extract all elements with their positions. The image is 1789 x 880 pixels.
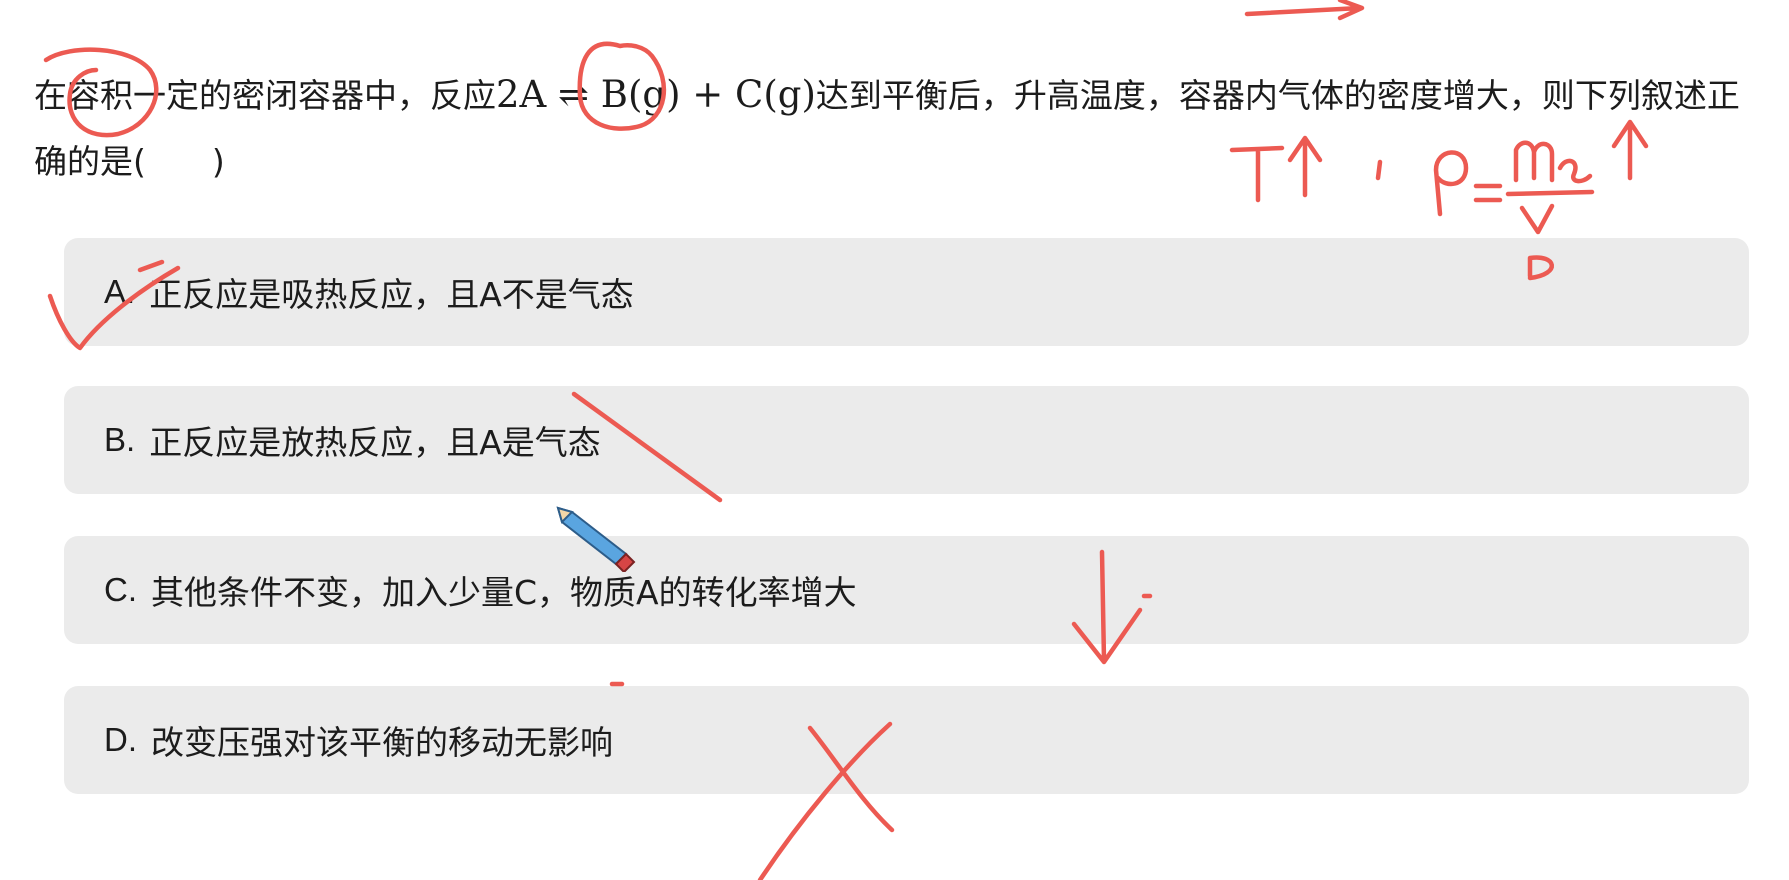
option-b-letter: B.	[104, 421, 136, 458]
question-text: 在容积一定的密闭容器中，反应2A ⇌ B(g) + C(g)达到平衡后，升高温度…	[34, 62, 1754, 195]
option-a-letter: A.	[104, 273, 136, 310]
option-b-text: 正反应是放热反应，且A是气态	[149, 423, 601, 462]
question-text-before: 在容积一定的密闭容器中，反应	[34, 76, 496, 115]
option-c-letter: C.	[104, 571, 137, 608]
option-c-text: 其他条件不变，加入少量C，物质A的转化率增大	[151, 573, 857, 612]
option-a[interactable]: A. 正反应是吸热反应，且A不是气态	[64, 238, 1749, 346]
option-d-letter: D.	[104, 721, 137, 758]
option-b[interactable]: B. 正反应是放热反应，且A是气态	[64, 386, 1749, 494]
option-d[interactable]: D. 改变压强对该平衡的移动无影响	[64, 686, 1749, 794]
ink-v	[1519, 203, 1555, 235]
option-a-text: 正反应是吸热反应，且A不是气态	[149, 275, 634, 314]
ink-top-arrow	[1244, 0, 1365, 21]
pencil-cursor-icon	[556, 506, 636, 572]
option-d-text: 改变压强对该平衡的移动无影响	[151, 723, 613, 762]
reaction-equation: 2A ⇌ B(g) + C(g)	[496, 73, 816, 116]
option-c[interactable]: C. 其他条件不变，加入少量C，物质A的转化率增大	[64, 536, 1749, 644]
